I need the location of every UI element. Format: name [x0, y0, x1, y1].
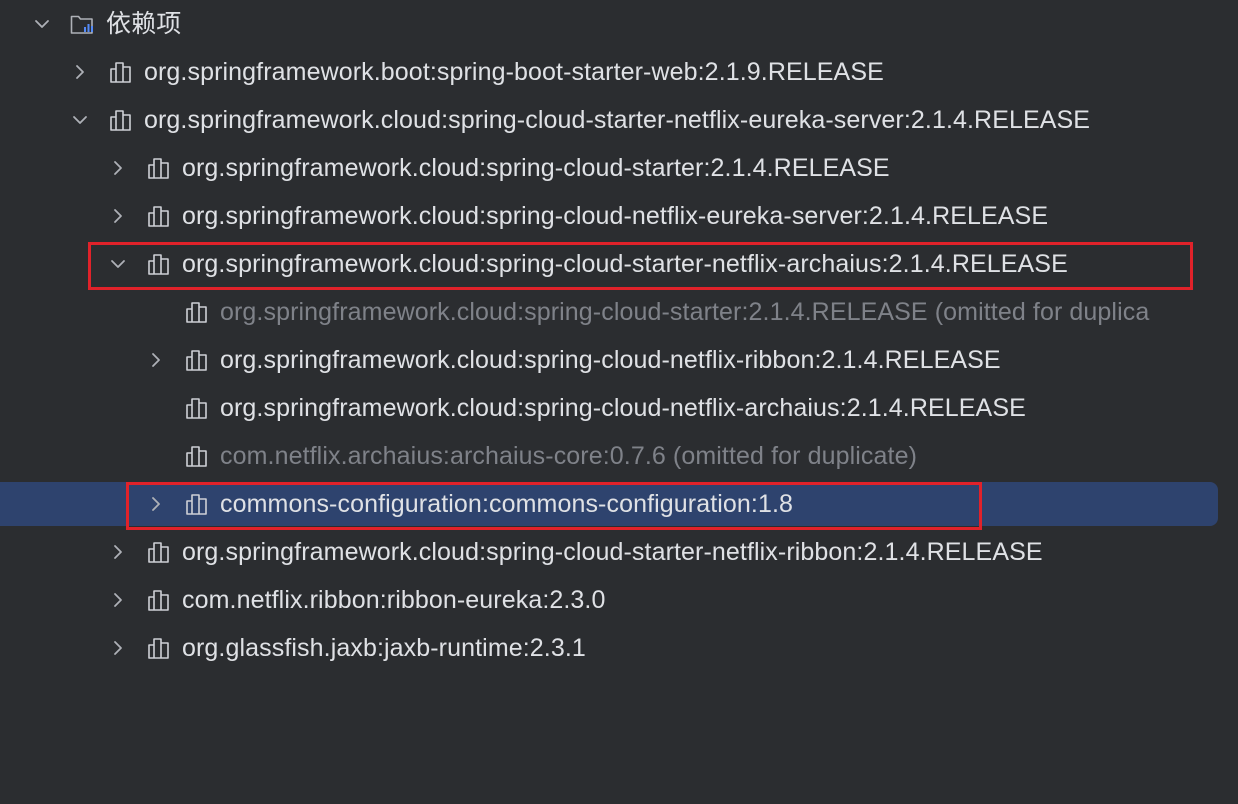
- tree-label: org.springframework.cloud:spring-cloud-n…: [220, 346, 1001, 374]
- library-icon: [184, 347, 210, 373]
- library-icon: [146, 635, 172, 661]
- tree-row[interactable]: org.springframework.boot:spring-boot-sta…: [0, 48, 1238, 96]
- library-icon: [146, 251, 172, 277]
- tree-label: org.springframework.cloud:spring-cloud-s…: [220, 288, 1149, 336]
- chevron-right-icon[interactable]: [106, 636, 130, 660]
- omitted-note: (omitted for duplicate): [665, 442, 917, 470]
- tree-row[interactable]: org.springframework.cloud:spring-cloud-s…: [0, 240, 1238, 288]
- tree-label-root: 依赖项: [106, 10, 182, 38]
- chevron-down-icon[interactable]: [106, 252, 130, 276]
- tree-row[interactable]: org.springframework.cloud:spring-cloud-s…: [0, 288, 1238, 336]
- chevron-right-icon[interactable]: [106, 588, 130, 612]
- library-icon: [146, 539, 172, 565]
- tree-label: commons-configuration:commons-configurat…: [220, 490, 794, 518]
- tree-label: org.springframework.cloud:spring-cloud-n…: [220, 394, 1026, 422]
- library-icon: [184, 395, 210, 421]
- tree-row[interactable]: org.springframework.cloud:spring-cloud-n…: [0, 336, 1238, 384]
- library-icon: [184, 299, 210, 325]
- chevron-down-icon[interactable]: [68, 108, 92, 132]
- tree-label: org.springframework.cloud:spring-cloud-s…: [144, 106, 1091, 134]
- tree-row[interactable]: org.springframework.cloud:spring-cloud-s…: [0, 144, 1238, 192]
- tree-row[interactable]: com.netflix.ribbon:ribbon-eureka:2.3.0: [0, 576, 1238, 624]
- library-icon: [146, 587, 172, 613]
- tree-label: org.springframework.cloud:spring-cloud-s…: [182, 538, 1043, 566]
- tree-row[interactable]: org.springframework.cloud:spring-cloud-n…: [0, 384, 1238, 432]
- chevron-right-icon[interactable]: [68, 60, 92, 84]
- tree-label: org.springframework.cloud:spring-cloud-s…: [182, 154, 890, 182]
- tree-row[interactable]: org.springframework.cloud:spring-cloud-s…: [0, 528, 1238, 576]
- tree-label: org.springframework.boot:spring-boot-sta…: [144, 58, 884, 86]
- tree-row-root[interactable]: 依赖项: [0, 0, 1238, 48]
- tree-row[interactable]: org.springframework.cloud:spring-cloud-n…: [0, 192, 1238, 240]
- tree-label: org.glassfish.jaxb:jaxb-runtime:2.3.1: [182, 634, 586, 662]
- tree-row[interactable]: com.netflix.archaius:archaius-core:0.7.6…: [0, 432, 1238, 480]
- tree-row[interactable]: org.springframework.cloud:spring-cloud-s…: [0, 96, 1238, 144]
- tree-label: org.springframework.cloud:spring-cloud-s…: [182, 250, 1068, 278]
- library-icon: [146, 155, 172, 181]
- chevron-right-icon[interactable]: [106, 156, 130, 180]
- dependency-tree[interactable]: 依赖项 org.springframework.boot:spring-boot…: [0, 0, 1238, 804]
- chevron-right-icon[interactable]: [144, 348, 168, 372]
- library-icon: [108, 59, 134, 85]
- folder-chart-icon: [69, 11, 95, 37]
- library-icon: [108, 107, 134, 133]
- tree-label: com.netflix.archaius:archaius-core:0.7.6…: [220, 432, 917, 480]
- library-icon: [146, 203, 172, 229]
- tree-row[interactable]: org.glassfish.jaxb:jaxb-runtime:2.3.1: [0, 624, 1238, 672]
- tree-row-selected[interactable]: commons-configuration:commons-configurat…: [0, 480, 1238, 528]
- tree-label-text: org.springframework.cloud:spring-cloud-s…: [220, 298, 928, 326]
- chevron-right-icon[interactable]: [144, 492, 168, 516]
- library-icon: [184, 491, 210, 517]
- chevron-right-icon[interactable]: [106, 540, 130, 564]
- library-icon: [184, 443, 210, 469]
- omitted-note: (omitted for duplica: [927, 298, 1150, 326]
- tree-label: org.springframework.cloud:spring-cloud-n…: [182, 202, 1049, 230]
- tree-label-text: com.netflix.archaius:archaius-core:0.7.6: [220, 442, 666, 470]
- tree-label: com.netflix.ribbon:ribbon-eureka:2.3.0: [182, 586, 606, 614]
- chevron-down-icon[interactable]: [30, 12, 54, 36]
- chevron-right-icon[interactable]: [106, 204, 130, 228]
